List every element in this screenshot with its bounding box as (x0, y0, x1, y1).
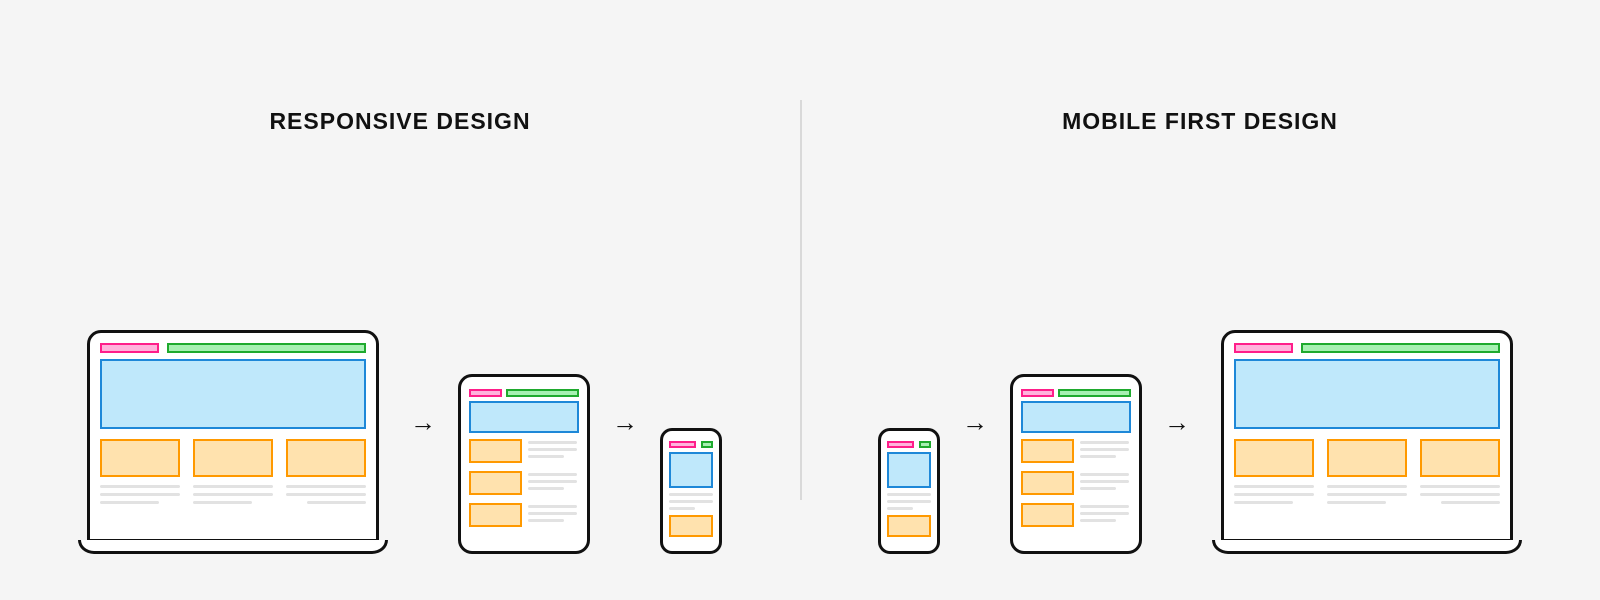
row-responsive: → (78, 330, 722, 554)
title-responsive: RESPONSIVE DESIGN (0, 108, 800, 135)
phone-screen (887, 441, 931, 539)
diagram-canvas: RESPONSIVE DESIGN (0, 0, 1600, 600)
tablet-icon (1010, 374, 1142, 554)
row-mobile-first: → (878, 330, 1522, 554)
title-mobile-first: MOBILE FIRST DESIGN (800, 108, 1600, 135)
laptop-icon (1212, 330, 1522, 554)
tablet-icon (458, 374, 590, 554)
phone-icon (660, 428, 722, 554)
tablet-screen (469, 389, 579, 537)
tablet-screen (1021, 389, 1131, 537)
arrow-icon: → (1164, 407, 1190, 438)
panel-responsive: RESPONSIVE DESIGN (0, 0, 800, 600)
laptop-screen (1234, 343, 1500, 531)
laptop-icon (78, 330, 388, 554)
laptop-screen (100, 343, 366, 531)
panel-mobile-first: MOBILE FIRST DESIGN → (800, 0, 1600, 600)
arrow-icon: → (962, 407, 988, 438)
arrow-icon: → (612, 407, 638, 438)
phone-icon (878, 428, 940, 554)
arrow-icon: → (410, 407, 436, 438)
phone-screen (669, 441, 713, 539)
